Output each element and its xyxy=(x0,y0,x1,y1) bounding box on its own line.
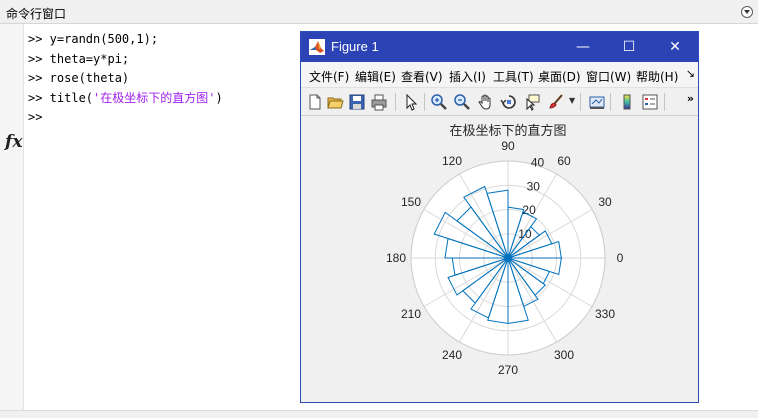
command-text: title( xyxy=(42,90,94,105)
command-history-lines[interactable]: >> y=randn(500,1); >> theta=y*pi; >> ros… xyxy=(28,30,223,128)
prompt: >> xyxy=(28,32,43,46)
figure-toolbar: ▼ » xyxy=(301,88,698,116)
menu-file[interactable]: 文件(F) xyxy=(309,68,349,85)
command-window-titlebar: 命令行窗口 xyxy=(0,0,758,24)
menu-view[interactable]: 查看(V) xyxy=(401,68,443,85)
menu-edit[interactable]: 编辑(E) xyxy=(355,68,396,85)
brush-icon[interactable] xyxy=(547,93,565,111)
menu-help[interactable]: 帮助(H) xyxy=(636,68,678,85)
angle-tick-label: 240 xyxy=(442,348,462,362)
menu-overflow-icon[interactable]: ↘ xyxy=(686,67,695,80)
brush-dropdown-icon[interactable]: ▼ xyxy=(569,96,575,105)
radius-tick-label: 40 xyxy=(531,155,545,169)
menu-desktop[interactable]: 桌面(D) xyxy=(538,68,581,85)
save-icon[interactable] xyxy=(348,93,366,111)
figure-window[interactable]: Figure 1 — ☐ ✕ 文件(F) 编辑(E) 查看(V) 插入(I) 工… xyxy=(300,31,699,403)
print-icon[interactable] xyxy=(370,93,388,111)
angle-tick-label: 270 xyxy=(498,363,518,377)
new-figure-icon[interactable] xyxy=(306,93,324,111)
polar-axes[interactable]: 030609012015018021024027030033010203040在… xyxy=(301,116,698,402)
radius-tick-label: 30 xyxy=(527,179,541,193)
command-text: rose(theta) xyxy=(42,71,130,85)
command-line-3: >> rose(theta) xyxy=(28,69,223,89)
open-file-icon[interactable] xyxy=(326,93,344,111)
command-line-2: >> theta=y*pi; xyxy=(28,50,223,70)
command-text-tail: ) xyxy=(215,90,223,105)
command-window-title: 命令行窗口 xyxy=(6,7,67,21)
menu-insert[interactable]: 插入(I) xyxy=(449,68,486,85)
command-window-gutter: fx xyxy=(0,24,24,417)
toolbar-separator xyxy=(395,93,396,111)
toolbar-separator xyxy=(664,93,665,111)
angle-tick-label: 180 xyxy=(386,251,406,265)
zoom-in-icon[interactable] xyxy=(430,93,448,111)
pointer-icon[interactable] xyxy=(402,93,420,111)
maximize-button[interactable]: ☐ xyxy=(606,32,652,62)
angle-tick-label: 0 xyxy=(617,251,624,265)
matlab-logo-icon xyxy=(309,39,325,55)
figure-title: Figure 1 xyxy=(331,39,379,54)
command-text: y=randn(500,1); xyxy=(42,32,159,46)
command-line-1: >> y=randn(500,1); xyxy=(28,30,223,50)
prompt: >> xyxy=(28,51,43,66)
command-text: theta=y*pi; xyxy=(42,51,130,66)
colorbar-icon[interactable] xyxy=(618,93,636,111)
data-cursor-icon[interactable] xyxy=(523,93,541,111)
chart-title: 在极坐标下的直方图 xyxy=(449,123,566,138)
angle-tick-label: 120 xyxy=(442,154,462,168)
panel-actions-dropdown-icon[interactable] xyxy=(741,6,753,18)
angle-tick-label: 90 xyxy=(501,139,515,153)
minimize-button[interactable]: — xyxy=(560,32,606,62)
toolbar-overflow-icon[interactable]: » xyxy=(687,92,694,105)
angle-tick-label: 330 xyxy=(595,307,615,321)
toolbar-separator xyxy=(580,93,581,111)
prompt: >> xyxy=(28,71,43,85)
angle-tick-label: 210 xyxy=(401,307,421,321)
plot-area[interactable]: 0 30 60 90 120 150 180 210 240 270 300 330 10 20 30 40 在… xyxy=(301,116,698,402)
menu-window[interactable]: 窗口(W) xyxy=(586,68,631,85)
string-literal: '在极坐标下的直方图' xyxy=(93,90,216,105)
link-plot-icon[interactable] xyxy=(588,93,606,111)
rotate-3d-icon[interactable] xyxy=(500,93,518,111)
angle-tick-label: 300 xyxy=(554,348,574,362)
command-line-4: >> title('在极坐标下的直方图') xyxy=(28,89,223,109)
toolbar-separator xyxy=(424,93,425,111)
prompt: >> xyxy=(28,110,43,124)
prompt: >> xyxy=(28,90,43,105)
figure-titlebar[interactable]: Figure 1 — ☐ ✕ xyxy=(301,32,698,62)
menu-tools[interactable]: 工具(T) xyxy=(493,68,534,85)
angle-tick-label: 30 xyxy=(598,195,612,209)
legend-icon[interactable] xyxy=(641,93,659,111)
pan-hand-icon[interactable] xyxy=(477,93,495,111)
command-input-line[interactable]: >> xyxy=(28,108,223,128)
angle-tick-label: 150 xyxy=(401,195,421,209)
toolbar-separator xyxy=(610,93,611,111)
figure-menubar: 文件(F) 编辑(E) 查看(V) 插入(I) 工具(T) 桌面(D) 窗口(W… xyxy=(301,62,698,88)
function-browser-icon[interactable]: fx xyxy=(5,132,22,152)
close-button[interactable]: ✕ xyxy=(652,32,698,62)
zoom-out-icon[interactable] xyxy=(453,93,471,111)
angle-tick-label: 60 xyxy=(557,154,571,168)
